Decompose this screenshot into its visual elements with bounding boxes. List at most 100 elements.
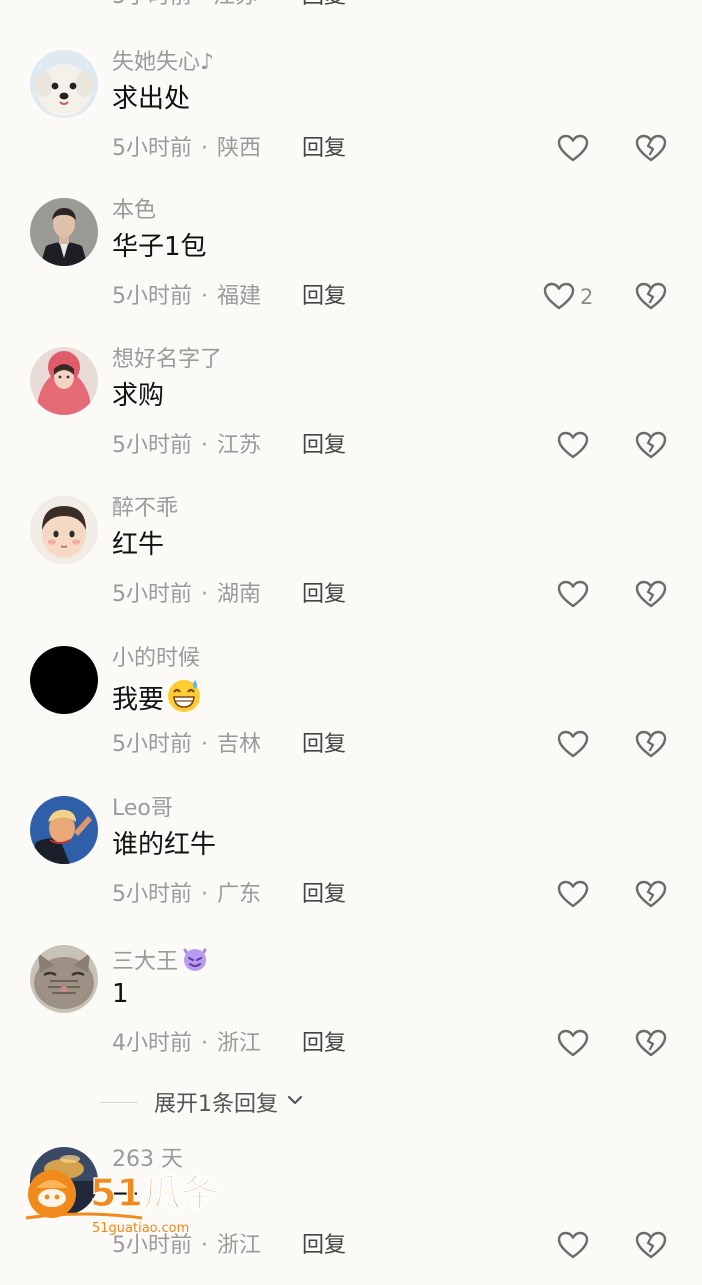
watermark-logo: 51瓜条 51guatiao.com	[22, 1164, 244, 1240]
dislike-button[interactable]	[634, 878, 668, 912]
like-button[interactable]	[556, 728, 594, 762]
comment-item: 失她失心♪ 求出处 5小时前 · 陕西 回复	[0, 40, 702, 188]
heart-icon	[557, 880, 589, 908]
watermark-brand: 51瓜条	[90, 1171, 219, 1215]
partial-comment-row: 5小时前 · 江苏 回复	[0, 0, 702, 18]
reply-button[interactable]: 回复	[302, 1231, 346, 1261]
reply-button[interactable]: 回复	[302, 1029, 346, 1059]
meta-separator: ·	[201, 882, 208, 907]
avatar[interactable]	[30, 646, 98, 714]
comment-text: 求购	[112, 381, 165, 411]
comment-meta: 5小时前 · 湖南	[112, 580, 261, 610]
comment-item: 三大王 1 4小时前 · 浙江 回复	[0, 935, 702, 1083]
comment-meta: 5小时前 · 吉林	[112, 730, 261, 760]
heart-icon	[543, 282, 575, 310]
comment-location: 江苏	[217, 433, 262, 458]
comment-meta: 4小时前 · 浙江	[112, 1029, 261, 1059]
like-button[interactable]: 2	[542, 280, 593, 314]
broken-heart-icon	[635, 880, 667, 908]
grinning-sweat-emoji-icon	[165, 676, 203, 725]
comment-text: 谁的红牛	[112, 830, 217, 860]
username[interactable]: 醉不乖	[112, 494, 178, 524]
reply-button[interactable]: 回复	[302, 730, 346, 760]
avatar[interactable]	[30, 347, 98, 415]
heart-icon	[557, 134, 589, 162]
broken-heart-icon	[635, 730, 667, 758]
comment-item: 醉不乖 红牛 5小时前 · 湖南 回复	[0, 486, 702, 634]
comment-location: 湖南	[217, 582, 262, 607]
avatar[interactable]	[30, 496, 98, 564]
username[interactable]: 本色	[112, 196, 156, 226]
like-button[interactable]	[556, 1229, 594, 1263]
comment-time: 5小时前	[112, 136, 192, 161]
comment-item: 本色 华子1包 5小时前 · 福建 回复 2	[0, 188, 702, 336]
comment-meta: 5小时前 · 广东	[112, 880, 261, 910]
comment-time: 5小时前	[112, 582, 192, 607]
comment-item: Leo哥 谁的红牛 5小时前 · 广东 回复	[0, 786, 702, 934]
avatar[interactable]	[30, 796, 98, 864]
dislike-button[interactable]	[634, 280, 668, 314]
broken-heart-icon	[635, 134, 667, 162]
comment-text: 求出处	[112, 84, 191, 114]
like-button[interactable]	[556, 429, 594, 463]
meta-separator: ·	[201, 582, 208, 607]
reply-button[interactable]: 回复	[302, 431, 346, 461]
dislike-button[interactable]	[634, 429, 668, 463]
comment-meta: 5小时前 · 福建	[112, 282, 261, 312]
meta-separator: ·	[201, 136, 208, 161]
dislike-button[interactable]	[634, 578, 668, 612]
avatar[interactable]	[30, 945, 98, 1013]
comment-time: 5小时前	[112, 882, 192, 907]
heart-icon	[557, 1231, 589, 1259]
broken-heart-icon	[635, 431, 667, 459]
comment-time: 4小时前	[112, 1031, 192, 1056]
broken-heart-icon	[635, 1231, 667, 1259]
dislike-button[interactable]	[634, 1027, 668, 1061]
comment-location: 福建	[217, 284, 262, 309]
username[interactable]: 失她失心♪	[112, 48, 214, 78]
username[interactable]: 小的时候	[112, 644, 200, 674]
dislike-button[interactable]	[634, 728, 668, 762]
reply-button[interactable]: 回复	[302, 282, 346, 312]
avatar[interactable]	[30, 198, 98, 266]
like-button[interactable]	[556, 578, 594, 612]
avatar[interactable]	[30, 50, 98, 118]
broken-heart-icon	[635, 1029, 667, 1057]
comment-location: 陕西	[217, 136, 262, 161]
comment-location: 吉林	[217, 732, 262, 757]
comment-text: 我要	[112, 676, 203, 725]
username[interactable]: 想好名字了	[112, 345, 222, 375]
like-button[interactable]	[556, 1027, 594, 1061]
comment-text: 1	[112, 979, 129, 1009]
reply-button[interactable]: 回复	[302, 134, 346, 164]
username-text: 三大王	[112, 949, 179, 975]
like-count: 2	[580, 285, 594, 309]
like-button[interactable]	[556, 132, 594, 166]
username[interactable]: Leo哥	[112, 794, 173, 824]
reply-button[interactable]: 回复	[302, 580, 346, 610]
comment-text: 红牛	[112, 530, 165, 560]
heart-icon	[557, 1029, 589, 1057]
comment-time: 5小时前	[112, 433, 192, 458]
comment-text: 华子1包	[112, 232, 207, 262]
comment-time: 5小时前	[112, 732, 192, 757]
meta-separator: ·	[201, 433, 208, 458]
reply-button[interactable]: 回复	[302, 0, 346, 12]
comment-location: 浙江	[217, 1031, 262, 1056]
dislike-button[interactable]	[634, 1229, 668, 1263]
comment-item: 想好名字了 求购 5小时前 · 江苏 回复	[0, 337, 702, 485]
like-button[interactable]	[556, 878, 594, 912]
dislike-button[interactable]	[634, 132, 668, 166]
expand-replies-button[interactable]: 展开1条回复	[100, 1086, 306, 1118]
comment-item: 小的时候 我要 5小时前 · 吉林 回复	[0, 636, 702, 784]
heart-icon	[557, 730, 589, 758]
expand-divider	[100, 1101, 138, 1103]
meta-separator: ·	[201, 284, 208, 309]
comment-list: 5小时前 · 江苏 回复 失她失心♪ 求出处 5小时前 · 陕西 回复	[0, 0, 702, 1280]
expand-replies-label: 展开1条回复	[154, 1092, 278, 1117]
heart-icon	[557, 431, 589, 459]
comment-meta: 5小时前 · 江苏	[112, 431, 261, 461]
heart-icon	[557, 580, 589, 608]
reply-button[interactable]: 回复	[302, 880, 346, 910]
comment-time: 5小时前	[112, 284, 192, 309]
